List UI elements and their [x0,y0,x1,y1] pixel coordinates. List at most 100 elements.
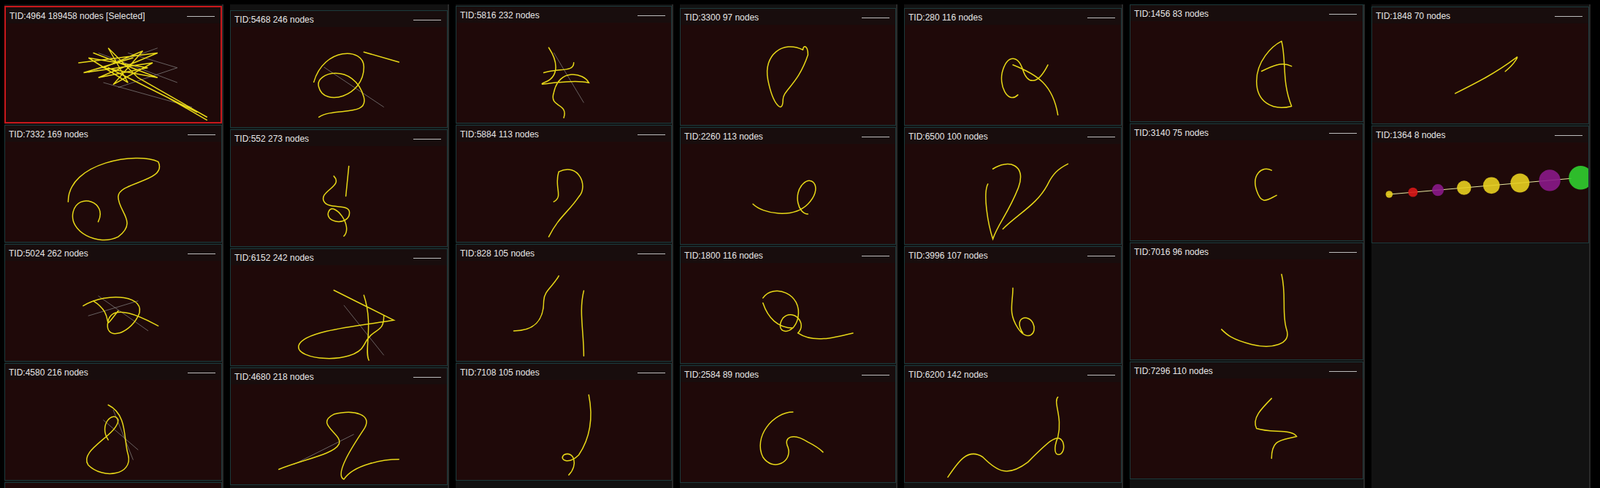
scale-bar [1554,16,1583,17]
scale-bar [1329,13,1357,15]
node-marker[interactable] [1510,173,1530,193]
panel-column: TID:1848 70 nodes TID:1364 8 nodes [1371,4,1591,488]
panel-title: TID:1456 83 nodes [1134,8,1209,19]
panel-title: TID:6500 100 nodes [908,131,989,142]
node-chain-plot [1372,142,1589,243]
trajectory-panel[interactable]: TID:6152 242 nodes [230,248,448,366]
trajectory-panel[interactable]: TID:5024 262 nodes [4,243,222,362]
panel-header: TID:4580 216 nodes [5,363,222,380]
panel-title: TID:2584 89 nodes [684,369,759,380]
panel-header: TID:7108 105 nodes [456,363,672,380]
scale-bar [637,15,666,17]
panel-header: TID:3140 75 nodes [1130,124,1363,141]
scale-bar [861,136,890,138]
panel-header: TID:3300 97 nodes [680,8,896,25]
panel-title: TID:5024 262 nodes [8,248,89,259]
scale-bar [1329,132,1357,134]
trajectory-plot [904,24,1121,125]
panel-title: TID:5468 246 nodes [234,14,315,25]
panel-header: TID:1364 8 nodes [1372,126,1589,143]
panel-title: TID:4580 216 nodes [8,367,89,378]
trajectory-panel[interactable]: TID:7108 105 nodes [455,362,672,481]
node-marker[interactable] [1456,180,1471,195]
trajectory-panel[interactable]: TID:3300 97 nodes [679,8,897,126]
trajectory-panel[interactable]: TID:828 105 nodes [455,243,672,362]
panel-column: TID:280 116 nodes TID:6500 100 nodes TID:3… [904,4,1124,488]
trajectory-plot [5,379,222,480]
panel-title: TID:6200 142 nodes [908,369,989,380]
panel-title: TID:3140 75 nodes [1134,127,1209,139]
panel-title: TID:5884 113 nodes [460,129,539,140]
trajectory-plot [5,141,222,242]
trajectory-plot [456,260,672,361]
scale-bar [1087,255,1116,257]
scale-bar [1087,136,1116,138]
trajectory-plot [904,143,1121,244]
trajectory-panel[interactable]: TID:1456 83 nodes [1129,4,1364,122]
trajectory-plot [1130,21,1363,122]
panel-column: TID:3300 97 nodes TID:2260 113 nodes TID:1… [679,4,898,488]
trajectory-panel[interactable]: TID:280 116 nodes [904,8,1122,126]
trajectory-plot [5,23,221,122]
panel-title: TID:1848 70 nodes [1375,10,1451,22]
panel-title: TID:1800 116 nodes [684,250,764,261]
scale-bar [413,138,442,140]
panel-title: TID:2260 113 nodes [684,131,764,142]
panel-column: TID:5468 246 nodes TID:552 273 nodes TID:6… [230,4,450,488]
panel-header: TID:6152 242 nodes [230,249,447,266]
trajectory-panel[interactable]: TID:4964 189458 nodes [Selected] [4,5,222,124]
scale-bar [1554,135,1583,136]
trajectory-panel[interactable]: TID:1800 116 nodes [679,246,897,364]
panel-title: TID:280 116 nodes [908,12,983,23]
node-marker[interactable] [1407,187,1418,198]
trajectory-panel[interactable]: TID:552 273 nodes [230,129,448,247]
scale-bar [413,19,442,21]
scale-bar [637,372,666,374]
trajectory-plot [456,141,672,242]
trajectory-plot [1372,23,1589,124]
scale-bar [637,253,666,255]
scale-bar [1329,370,1357,372]
trajectory-panel[interactable]: TID:1364 8 nodes [1371,125,1590,244]
node-marker[interactable] [1538,169,1560,191]
trajectory-panel[interactable]: TID:7332 169 nodes [4,124,222,243]
node-marker[interactable] [1483,176,1500,194]
trajectory-panel[interactable]: TID:6200 142 nodes [904,365,1122,483]
trajectory-panel[interactable]: TID:2584 89 nodes [679,365,897,483]
panel-header: TID:1456 83 nodes [1130,5,1363,22]
trajectory-plot [680,24,896,125]
trajectory-panel[interactable]: TID:6500 100 nodes [904,127,1122,245]
trajectory-panel[interactable] [4,481,222,488]
trajectory-panel[interactable]: TID:2260 113 nodes [679,127,897,245]
node-marker[interactable] [1432,184,1444,196]
scale-bar [187,134,216,136]
scale-bar [1087,17,1116,19]
trajectory-plot [230,27,447,128]
trajectory-panel[interactable]: TID:1848 70 nodes [1371,6,1590,125]
panel-header: TID:4680 218 nodes [230,368,447,385]
trajectory-panel[interactable]: TID:3140 75 nodes [1129,123,1364,241]
panel-header: TID:6500 100 nodes [904,127,1121,144]
panel-title: TID:3300 97 nodes [684,12,759,23]
trajectory-plot [1130,378,1363,479]
trajectory-panel[interactable]: TID:7016 96 nodes [1129,242,1364,361]
panel-title: TID:3996 107 nodes [908,250,989,261]
scale-bar [1087,374,1116,376]
trajectory-panel[interactable]: TID:5816 232 nodes [455,5,672,124]
scale-bar [186,16,215,17]
trajectory-plot [456,22,672,123]
node-marker[interactable] [1386,190,1394,198]
scale-bar [187,253,216,255]
panel-title: TID:5816 232 nodes [460,10,540,21]
trajectory-plot [680,381,896,482]
trajectory-panel[interactable]: TID:4680 218 nodes [230,367,448,485]
trajectory-panel[interactable]: TID:5468 246 nodes [230,10,448,128]
trajectory-panel[interactable]: TID:5884 113 nodes [455,124,672,243]
trajectory-panel[interactable]: TID:4580 216 nodes [4,362,222,481]
node-marker[interactable] [1568,165,1589,190]
trajectory-panel[interactable]: TID:7296 110 nodes [1129,361,1364,480]
trajectory-plot [680,143,896,244]
trajectory-plot [5,260,222,361]
trajectory-panel[interactable]: TID:3996 107 nodes [904,246,1122,364]
scale-bar [861,255,890,257]
